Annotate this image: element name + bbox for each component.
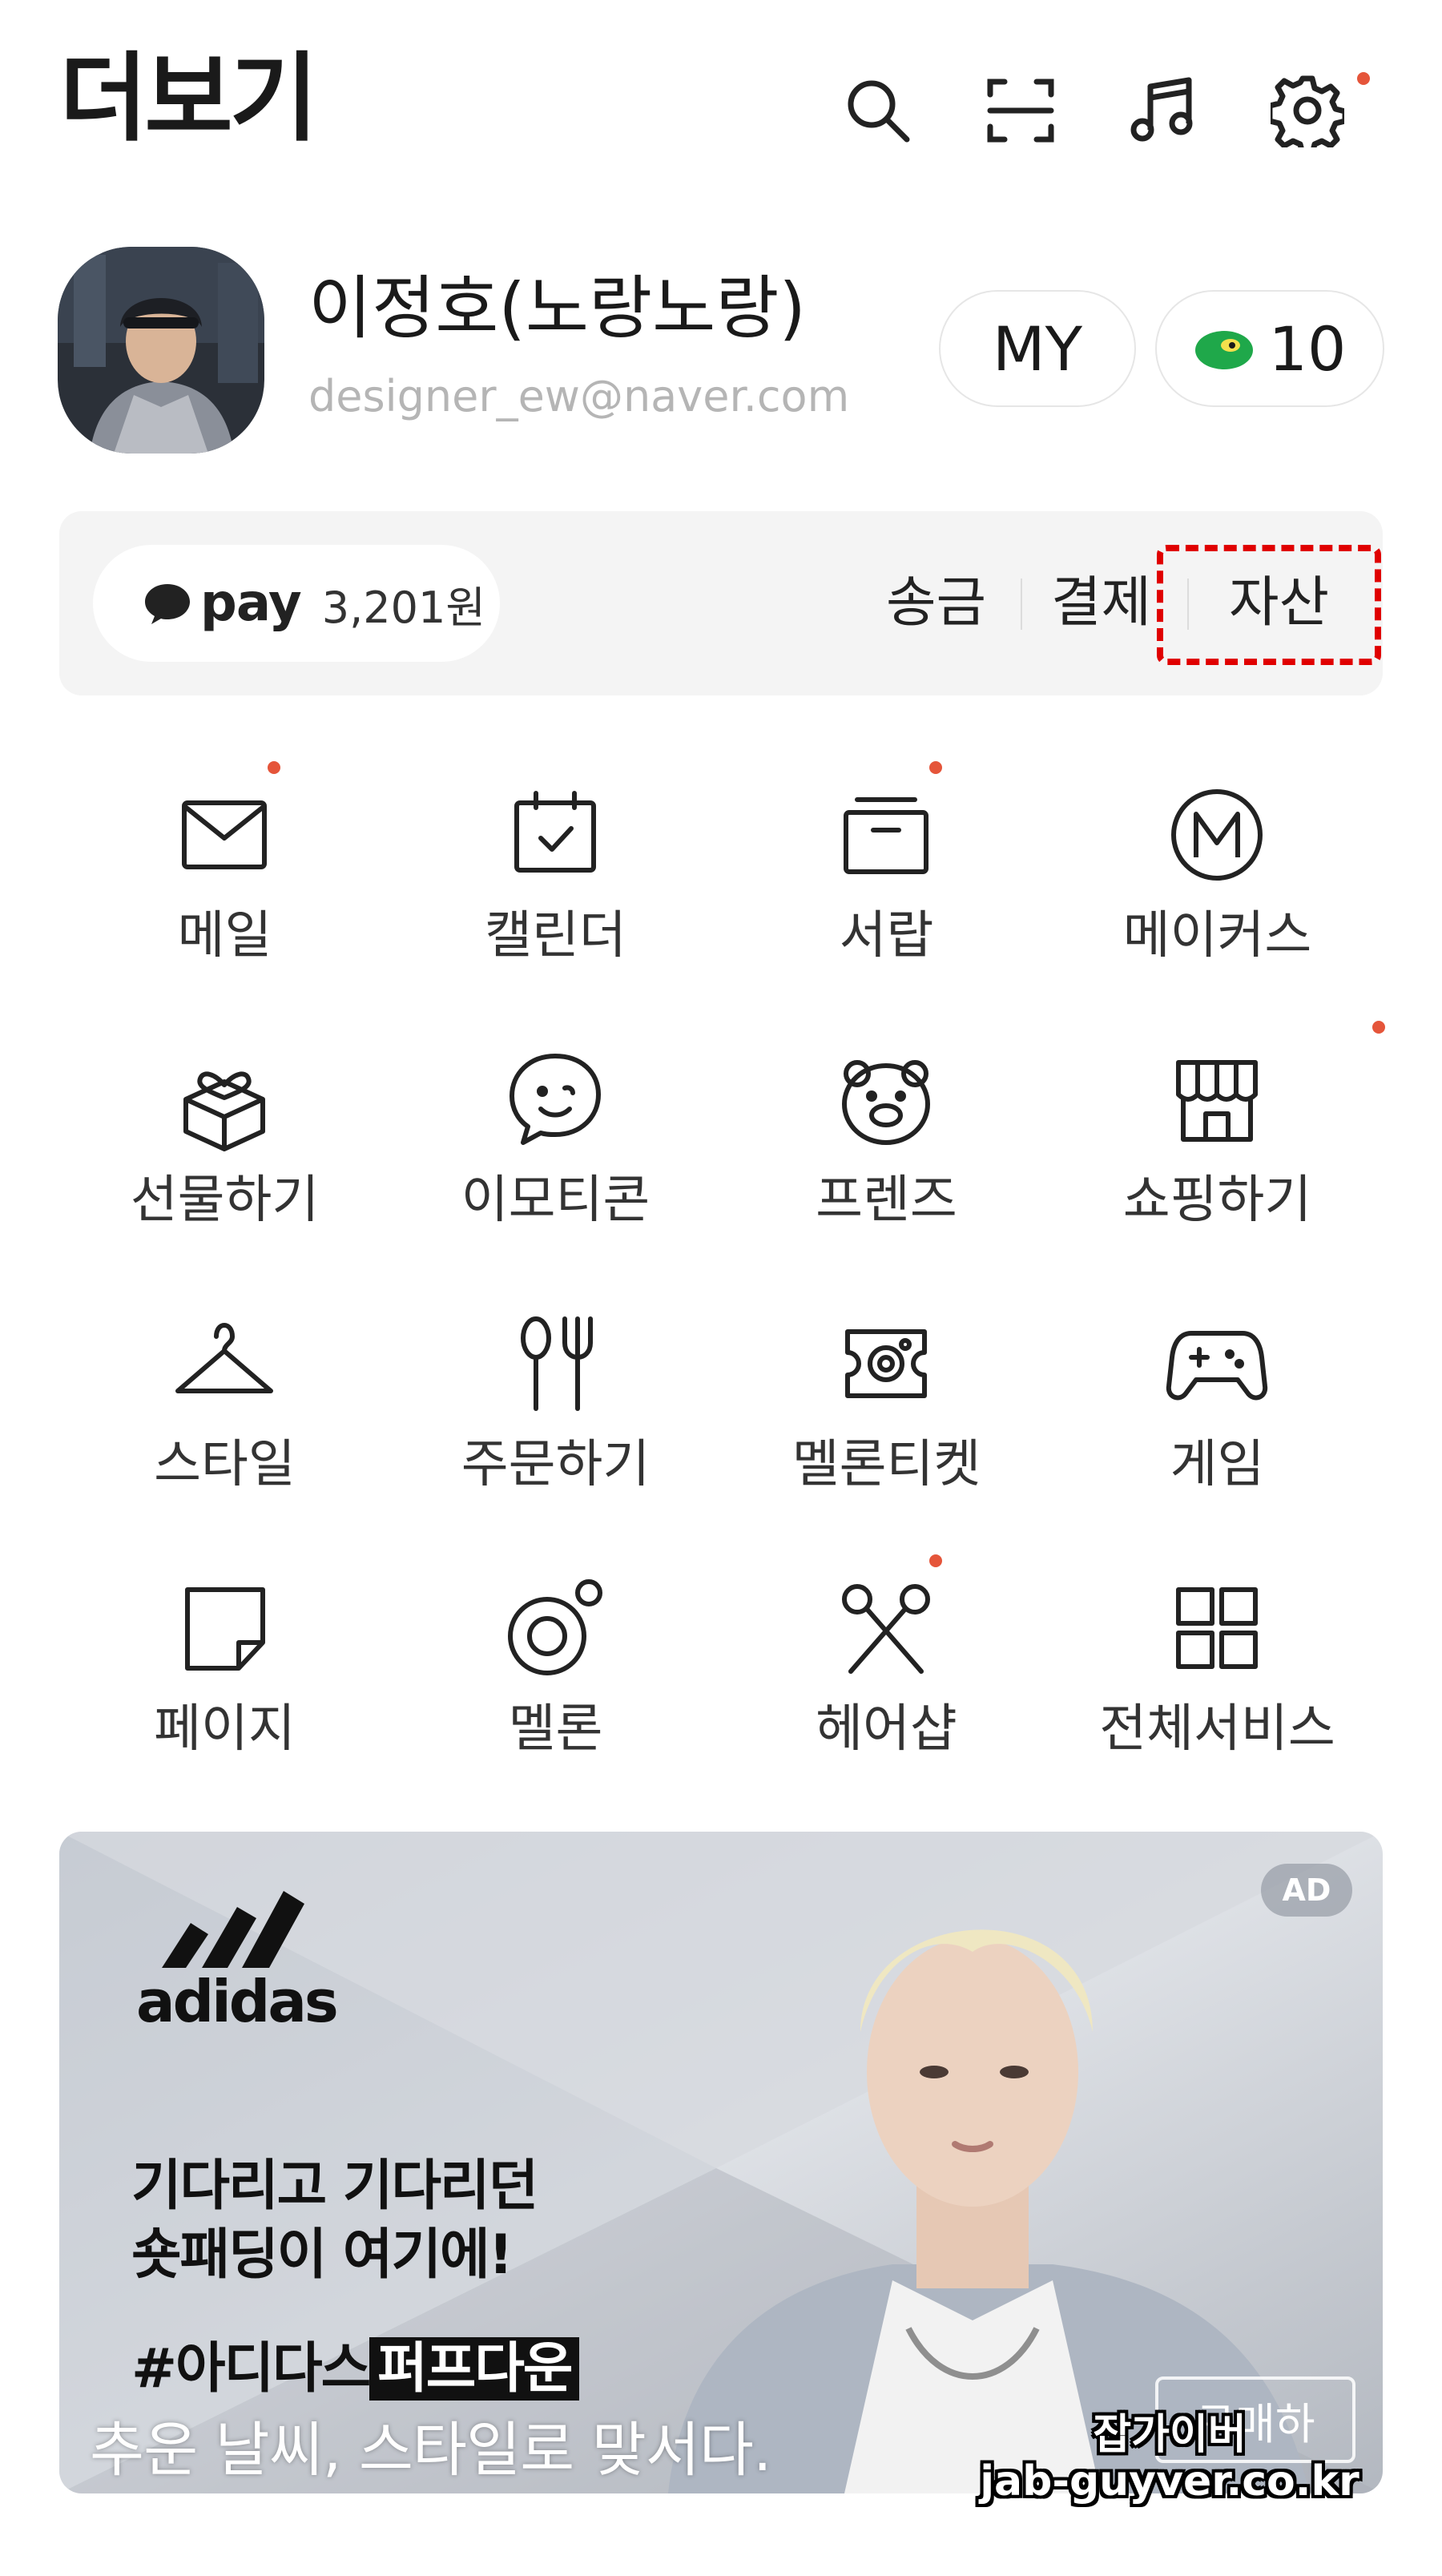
- pay-logo: pay: [200, 574, 302, 633]
- points-button[interactable]: 10: [1155, 290, 1384, 407]
- watermark-line-2: jab-guyver.co.kr: [980, 2457, 1359, 2506]
- points-icon: [1194, 331, 1253, 369]
- mail-icon: [168, 779, 280, 891]
- page-icon: [168, 1572, 280, 1684]
- service-label: 캘린더: [485, 906, 626, 965]
- service-friends[interactable]: 프렌즈: [721, 1002, 1052, 1266]
- ad-headline-1: 기다리고 기다리던: [131, 2155, 538, 2218]
- badge-dot: [268, 761, 280, 774]
- adidas-logo-icon: [162, 1891, 304, 1968]
- service-label: 페이지: [154, 1699, 296, 1759]
- friends-icon: [830, 1043, 942, 1155]
- profile-section: 이정호(노랑노랑) designer_ew@naver.com MY 10: [0, 240, 1442, 465]
- service-order[interactable]: 주문하기: [390, 1266, 721, 1530]
- badge-dot: [929, 1554, 942, 1567]
- drawer-icon: [830, 779, 942, 891]
- calendar-icon: [499, 779, 611, 891]
- ad-hashtag: #아디다스 퍼프다운: [131, 2324, 580, 2403]
- settings-badge-dot: [1357, 72, 1370, 85]
- service-label: 멜론티켓: [791, 1435, 981, 1494]
- avatar[interactable]: [58, 247, 264, 454]
- watermark-line-1: 잡가이버: [1093, 2411, 1247, 2459]
- service-label: 메이커스: [1122, 906, 1312, 965]
- order-icon: [499, 1308, 611, 1420]
- service-makers[interactable]: 메이커스: [1052, 737, 1383, 1002]
- ad-banner[interactable]: AD adidas 기다리고 기다리던 숏패딩이 여기에! #아디다스 퍼프다운 …: [59, 1832, 1383, 2493]
- melon-icon: [499, 1572, 611, 1684]
- ad-brand-name: adidas: [136, 1968, 339, 2035]
- service-label: 스타일: [154, 1435, 296, 1494]
- service-calendar[interactable]: 캘린더: [390, 737, 721, 1002]
- service-label: 전체서비스: [1099, 1699, 1335, 1759]
- service-emoticon[interactable]: 이모티콘: [390, 1002, 721, 1266]
- badge-dot: [929, 761, 942, 774]
- divider: [1021, 578, 1022, 630]
- ticket-icon: [830, 1308, 942, 1420]
- service-label: 쇼핑하기: [1122, 1171, 1312, 1230]
- pay-link-transfer[interactable]: 송금: [886, 567, 986, 639]
- watermark: 잡가이버 jab-guyver.co.kr: [945, 2412, 1394, 2505]
- service-all[interactable]: 전체서비스: [1052, 1530, 1383, 1795]
- points-value: 10: [1268, 312, 1347, 385]
- service-label: 서랍: [839, 906, 934, 965]
- service-page[interactable]: 페이지: [59, 1530, 390, 1795]
- scan-icon[interactable]: [981, 71, 1061, 151]
- page-title: 더보기: [59, 43, 318, 155]
- search-icon[interactable]: [838, 71, 918, 151]
- service-drawer[interactable]: 서랍: [721, 737, 1052, 1002]
- profile-email: designer_ew@naver.com: [308, 371, 850, 421]
- pay-balance: 3,201원: [321, 582, 486, 633]
- hanger-icon: [168, 1308, 280, 1420]
- service-grid: 메일 캘린더 서랍 메이커스 선물하기 이모티콘 프렌즈 쇼핑하기 스타일 주문…: [59, 737, 1385, 1795]
- gear-icon[interactable]: [1267, 71, 1347, 151]
- service-label: 헤어샵: [816, 1699, 957, 1759]
- emoticon-icon: [499, 1043, 611, 1155]
- service-label: 멜론: [508, 1699, 603, 1759]
- service-label: 게임: [1170, 1435, 1265, 1494]
- makers-icon: [1161, 779, 1273, 891]
- service-style[interactable]: 스타일: [59, 1266, 390, 1530]
- service-label: 메일: [177, 906, 272, 965]
- my-button[interactable]: MY: [939, 290, 1136, 407]
- ad-headline-2: 숏패딩이 여기에!: [131, 2223, 514, 2287]
- ad-subtitle: 추운 날씨, 스타일로 맞서다.: [90, 2416, 771, 2485]
- badge-dot: [1372, 1021, 1385, 1034]
- service-mail[interactable]: 메일: [59, 737, 390, 1002]
- service-melon[interactable]: 멜론: [390, 1530, 721, 1795]
- service-shopping[interactable]: 쇼핑하기: [1052, 1002, 1385, 1266]
- shop-icon: [1161, 1043, 1273, 1155]
- assets-highlight-annotation: [1157, 545, 1381, 665]
- service-label: 선물하기: [130, 1171, 320, 1230]
- gift-icon: [168, 1043, 280, 1155]
- header: 더보기: [0, 0, 1442, 216]
- service-label: 프렌즈: [816, 1171, 957, 1230]
- service-label: 이모티콘: [461, 1171, 651, 1230]
- grid-icon: [1161, 1572, 1273, 1684]
- gamepad-icon: [1161, 1308, 1273, 1420]
- service-gift[interactable]: 선물하기: [59, 1002, 390, 1266]
- service-label: 주문하기: [461, 1435, 651, 1494]
- service-melon-ticket[interactable]: 멜론티켓: [721, 1266, 1052, 1530]
- scissors-icon: [830, 1572, 942, 1684]
- ad-hashtag-text: #아디다스: [131, 2337, 371, 2401]
- service-hairshop[interactable]: 헤어샵: [721, 1530, 1052, 1795]
- profile-name: 이정호(노랑노랑): [308, 268, 806, 349]
- kakao-speech-icon: [145, 584, 190, 624]
- ad-hashtag-highlight: 퍼프다운: [369, 2337, 580, 2401]
- pay-balance-button[interactable]: pay 3,201원: [93, 545, 500, 662]
- music-icon[interactable]: [1123, 71, 1203, 151]
- pay-link-payment[interactable]: 결제: [1051, 567, 1151, 639]
- ad-badge: AD: [1261, 1864, 1352, 1917]
- service-game[interactable]: 게임: [1052, 1266, 1383, 1530]
